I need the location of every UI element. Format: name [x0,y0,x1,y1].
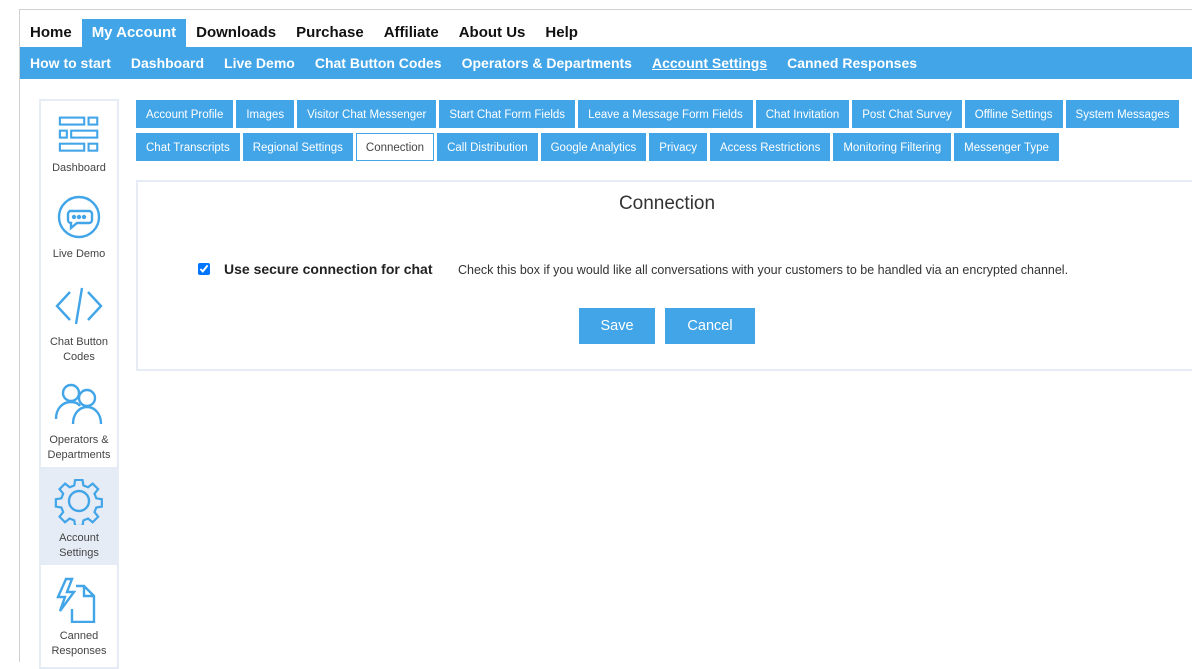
sidebar-item-operators[interactable]: Operators & Departments [41,369,117,467]
sub-nav-account-settings[interactable]: Account Settings [642,47,777,79]
sub-nav-canned-responses[interactable]: Canned Responses [777,47,927,79]
tab-regional-settings[interactable]: Regional Settings [242,133,353,161]
sub-nav: How to start Dashboard Live Demo Chat Bu… [20,47,1192,79]
code-icon [55,287,103,325]
tab-call-distribution[interactable]: Call Distribution [437,133,538,161]
sidebar-item-label: Chat Button Codes [49,336,109,363]
tab-access-restrictions[interactable]: Access Restrictions [709,133,831,161]
sidebar-item-label: Dashboard [52,162,106,174]
tab-row: Account Profile Images Visitor Chat Messen… [136,100,1180,128]
sidebar-item-canned-responses[interactable]: Canned Responses [41,565,117,663]
sub-nav-live-demo[interactable]: Live Demo [214,47,305,79]
tab-monitoring-filtering[interactable]: Monitoring Filtering [833,133,952,161]
chat-bubble-icon [57,195,101,239]
tab-chat-invitation[interactable]: Chat Invitation [755,100,850,128]
tab-leave-a-message-form-fields[interactable]: Leave a Message Form Fields [578,100,753,128]
sub-nav-operators[interactable]: Operators & Departments [452,47,642,79]
canned-responses-icon [56,577,96,623]
sidebar-item-label: Canned Responses [51,630,107,657]
tab-system-messages[interactable]: System Messages [1065,100,1180,128]
sidebar-item-account-settings[interactable]: Account Settings [41,467,117,565]
tab-messenger-type[interactable]: Messenger Type [954,133,1059,161]
sidebar-item-live-demo[interactable]: Live Demo [41,187,117,271]
top-nav-my-account[interactable]: My Account [81,19,187,47]
sidebar-item-label: Account Settings [59,532,99,559]
sub-nav-chat-button-codes[interactable]: Chat Button Codes [305,47,452,79]
dashboard-icon [58,116,99,152]
sidebar-item-label: Live Demo [52,248,106,260]
sidebar: Dashboard Live Demo Chat Button Codes Op… [39,99,119,669]
save-button[interactable]: Save [579,308,655,344]
top-nav-help[interactable]: Help [535,19,588,47]
tab-row: Chat Transcripts Regional Settings Connect… [136,133,1136,161]
tab-post-chat-survey[interactable]: Post Chat Survey [852,100,962,128]
sidebar-item-label: Operators & Departments [47,434,111,461]
top-nav-downloads[interactable]: Downloads [186,19,286,47]
sub-nav-how-to-start[interactable]: How to start [20,47,121,79]
settings-tabs: Account Profile Images Visitor Chat Messen… [136,100,1180,166]
panel-title: Connection [618,193,716,214]
users-icon [54,383,103,425]
tab-chat-transcripts[interactable]: Chat Transcripts [136,133,240,161]
secure-connection-help: Check this box if you would like all con… [458,263,1069,277]
tab-account-profile[interactable]: Account Profile [136,100,234,128]
sub-nav-dashboard[interactable]: Dashboard [121,47,214,79]
top-nav-purchase[interactable]: Purchase [286,19,374,47]
top-nav-about-us[interactable]: About Us [449,19,536,47]
tab-offline-settings[interactable]: Offline Settings [964,100,1063,128]
top-nav: Home My Account Downloads Purchase Affil… [20,19,588,47]
tab-start-chat-form-fields[interactable]: Start Chat Form Fields [439,100,576,128]
cancel-button[interactable]: Cancel [665,308,755,344]
tab-google-analytics[interactable]: Google Analytics [540,133,647,161]
connection-panel: Connection Use secure connection for cha… [136,180,1192,371]
top-nav-affiliate[interactable]: Affiliate [374,19,449,47]
gear-icon [54,479,103,525]
sidebar-item-chat-button-codes[interactable]: Chat Button Codes [41,271,117,369]
tab-visitor-chat-messenger[interactable]: Visitor Chat Messenger [297,100,437,128]
secure-connection-label[interactable]: Use secure connection for chat [224,261,433,277]
tab-images[interactable]: Images [236,100,295,128]
tab-connection[interactable]: Connection [355,133,435,161]
secure-connection-checkbox[interactable] [198,263,210,275]
sidebar-item-dashboard[interactable]: Dashboard [41,101,117,187]
tab-privacy[interactable]: Privacy [649,133,707,161]
top-nav-home[interactable]: Home [20,19,82,47]
